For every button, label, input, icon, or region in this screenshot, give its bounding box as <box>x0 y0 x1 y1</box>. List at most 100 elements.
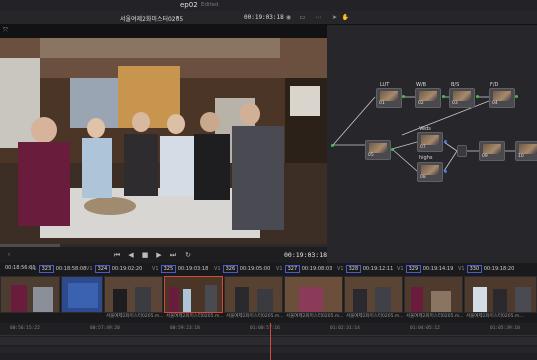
track-label: V1 <box>276 266 283 272</box>
clip-thumbnail[interactable] <box>0 276 60 313</box>
clip-frame <box>405 277 462 312</box>
clip-name-label: 서울여제2화미스터0205.m... <box>286 314 344 319</box>
node-number: 01 <box>379 101 385 106</box>
clip-number: 326 <box>222 265 239 273</box>
clip-number: 329 <box>405 265 422 273</box>
transport-controls: ◦ ⏮ ◀ ■ ▶ ⏭ ↻ 00:19:03:18 <box>0 247 327 263</box>
color-wheel-icon[interactable]: ◉ <box>284 14 293 22</box>
transform-icon[interactable]: ⤧ <box>3 27 12 35</box>
clip-timecode: 00:19:03:18 <box>177 266 209 272</box>
chevron-down-icon[interactable]: ▾ <box>176 14 179 21</box>
viewer-panel: ⤧ <box>0 25 327 260</box>
node-05[interactable]: 05 <box>365 140 391 160</box>
clip-thumbnail[interactable] <box>284 276 343 313</box>
node-08[interactable]: 08 <box>417 162 443 182</box>
split-view-icon[interactable]: ▭ <box>298 14 307 22</box>
audio-icon[interactable]: ◦ <box>4 250 14 260</box>
node-number: 09 <box>482 154 488 159</box>
node-number: 03 <box>452 101 458 106</box>
node-number: 02 <box>418 101 424 106</box>
node-number: 07 <box>420 145 426 150</box>
clip-thumbnail-selected[interactable] <box>164 276 223 313</box>
node-thumbnail <box>483 144 501 154</box>
ruler-tick: 01:02:31:14 <box>330 326 360 331</box>
node-thumbnail <box>419 91 437 101</box>
clip-thumbnail[interactable] <box>404 276 463 313</box>
stop-icon[interactable]: ■ <box>140 250 150 260</box>
clip-thumbnail[interactable] <box>464 276 537 313</box>
node-10[interactable]: 10 <box>515 141 537 161</box>
track-label: V1 <box>86 266 93 272</box>
clip-header: V1 325 00:19:03:18 <box>152 265 208 273</box>
pointer-icon[interactable]: ➤ <box>330 14 339 22</box>
ruler-tick: 01:00:57:16 <box>250 326 280 331</box>
node-03[interactable]: 03 <box>449 88 475 108</box>
more-options-icon[interactable]: ⋯ <box>314 14 323 22</box>
node-output-port[interactable] <box>402 95 405 98</box>
skip-to-start-icon[interactable]: ⏮ <box>112 250 122 260</box>
clip-thumbnail[interactable] <box>344 276 403 313</box>
clip-timecode: 00:19:08:03 <box>301 266 333 272</box>
loop-icon[interactable]: ↻ <box>183 250 193 260</box>
video-frame[interactable] <box>0 38 327 260</box>
project-title: ep02 <box>180 1 198 9</box>
clip-strip: 00:18:56:01 V1 323 00:18:58:08 V1 324 00:1… <box>0 263 537 323</box>
clip-header: V1 328 00:19:12:11 <box>337 265 393 273</box>
node-output-port[interactable] <box>442 95 445 98</box>
clip-number: 327 <box>284 265 301 273</box>
clip-header: V1 329 00:19:14:19 <box>397 265 453 273</box>
node-02[interactable]: 02 <box>415 88 441 108</box>
node-thumbnail <box>380 91 398 101</box>
clip-name[interactable]: 서울여제2화미스터0205 <box>120 14 183 23</box>
clip-frame <box>285 277 342 312</box>
node-07[interactable]: 07 <box>417 132 443 152</box>
scene-image <box>0 38 327 260</box>
clip-header: V1 330 00:19:18:20 <box>458 265 514 273</box>
ruler-tick: 00:57:49:20 <box>90 326 120 331</box>
track-label: V1 <box>397 266 404 272</box>
node-04[interactable]: 04 <box>489 88 515 108</box>
viewer-toolbar: 서울여제2화미스터0205 ▾ 00:19:03:18 ◉ ▭ ⋯ <box>0 11 327 25</box>
hand-icon[interactable]: ✋ <box>341 14 350 22</box>
clip-thumbnail[interactable] <box>104 276 163 313</box>
clip-thumbnail[interactable] <box>61 276 103 313</box>
node-output-port[interactable] <box>444 140 447 143</box>
edited-status: Edited <box>201 2 219 8</box>
node-output-port[interactable] <box>515 95 518 98</box>
node-editor[interactable]: LUT 01 W/B 02 B/S 03 F/D 04 05 Veds 07 h… <box>327 25 537 263</box>
node-label-highs: highs <box>419 155 433 161</box>
node-output-port[interactable] <box>391 148 394 151</box>
video-track[interactable] <box>0 337 537 345</box>
node-output-port[interactable] <box>476 95 479 98</box>
node-number: 04 <box>492 101 498 106</box>
layer-mixer-node[interactable] <box>457 145 467 157</box>
node-output-port[interactable] <box>444 170 447 173</box>
skip-to-end-icon[interactable]: ⏭ <box>168 250 178 260</box>
track-label: V1 <box>214 266 221 272</box>
clip-timecode: 00:19:02:20 <box>111 266 143 272</box>
clip-name-label: 서울여제2화미스터0205.m... <box>346 314 404 319</box>
clip-frame <box>465 277 536 312</box>
clip-name-label: 서울여제2화미스터0205.m... <box>226 314 284 319</box>
clip-frame <box>105 277 162 312</box>
node-thumbnail <box>519 144 537 154</box>
node-01[interactable]: 01 <box>376 88 402 108</box>
clip-number: 330 <box>466 265 483 273</box>
node-editor-toolbar: ➤ ✋ <box>327 11 537 25</box>
reverse-play-icon[interactable]: ◀ <box>126 250 136 260</box>
timeline-ruler[interactable]: 00:56:15:22 00:57:49:20 00:59:23:18 01:0… <box>0 323 537 336</box>
clip-thumbnail[interactable] <box>224 276 283 313</box>
playhead[interactable] <box>270 323 271 360</box>
mini-timeline[interactable]: 00:56:15:22 00:57:49:20 00:59:23:18 01:0… <box>0 323 537 360</box>
clip-name-label: 서울여제2화미스터0205.m... <box>466 314 524 319</box>
clip-header: V1 323 00:18:58:08 <box>30 265 86 273</box>
node-thumbnail <box>421 135 439 145</box>
play-icon[interactable]: ▶ <box>154 250 164 260</box>
node-09[interactable]: 09 <box>479 141 505 161</box>
clip-header: V1 326 00:19:05:00 <box>214 265 270 273</box>
track-label: V1 <box>30 266 37 272</box>
playhead-timecode: 00:19:03:18 <box>284 251 328 259</box>
clip-number: 324 <box>94 265 111 273</box>
source-input-port[interactable] <box>331 144 334 147</box>
audio-track[interactable] <box>0 347 537 353</box>
